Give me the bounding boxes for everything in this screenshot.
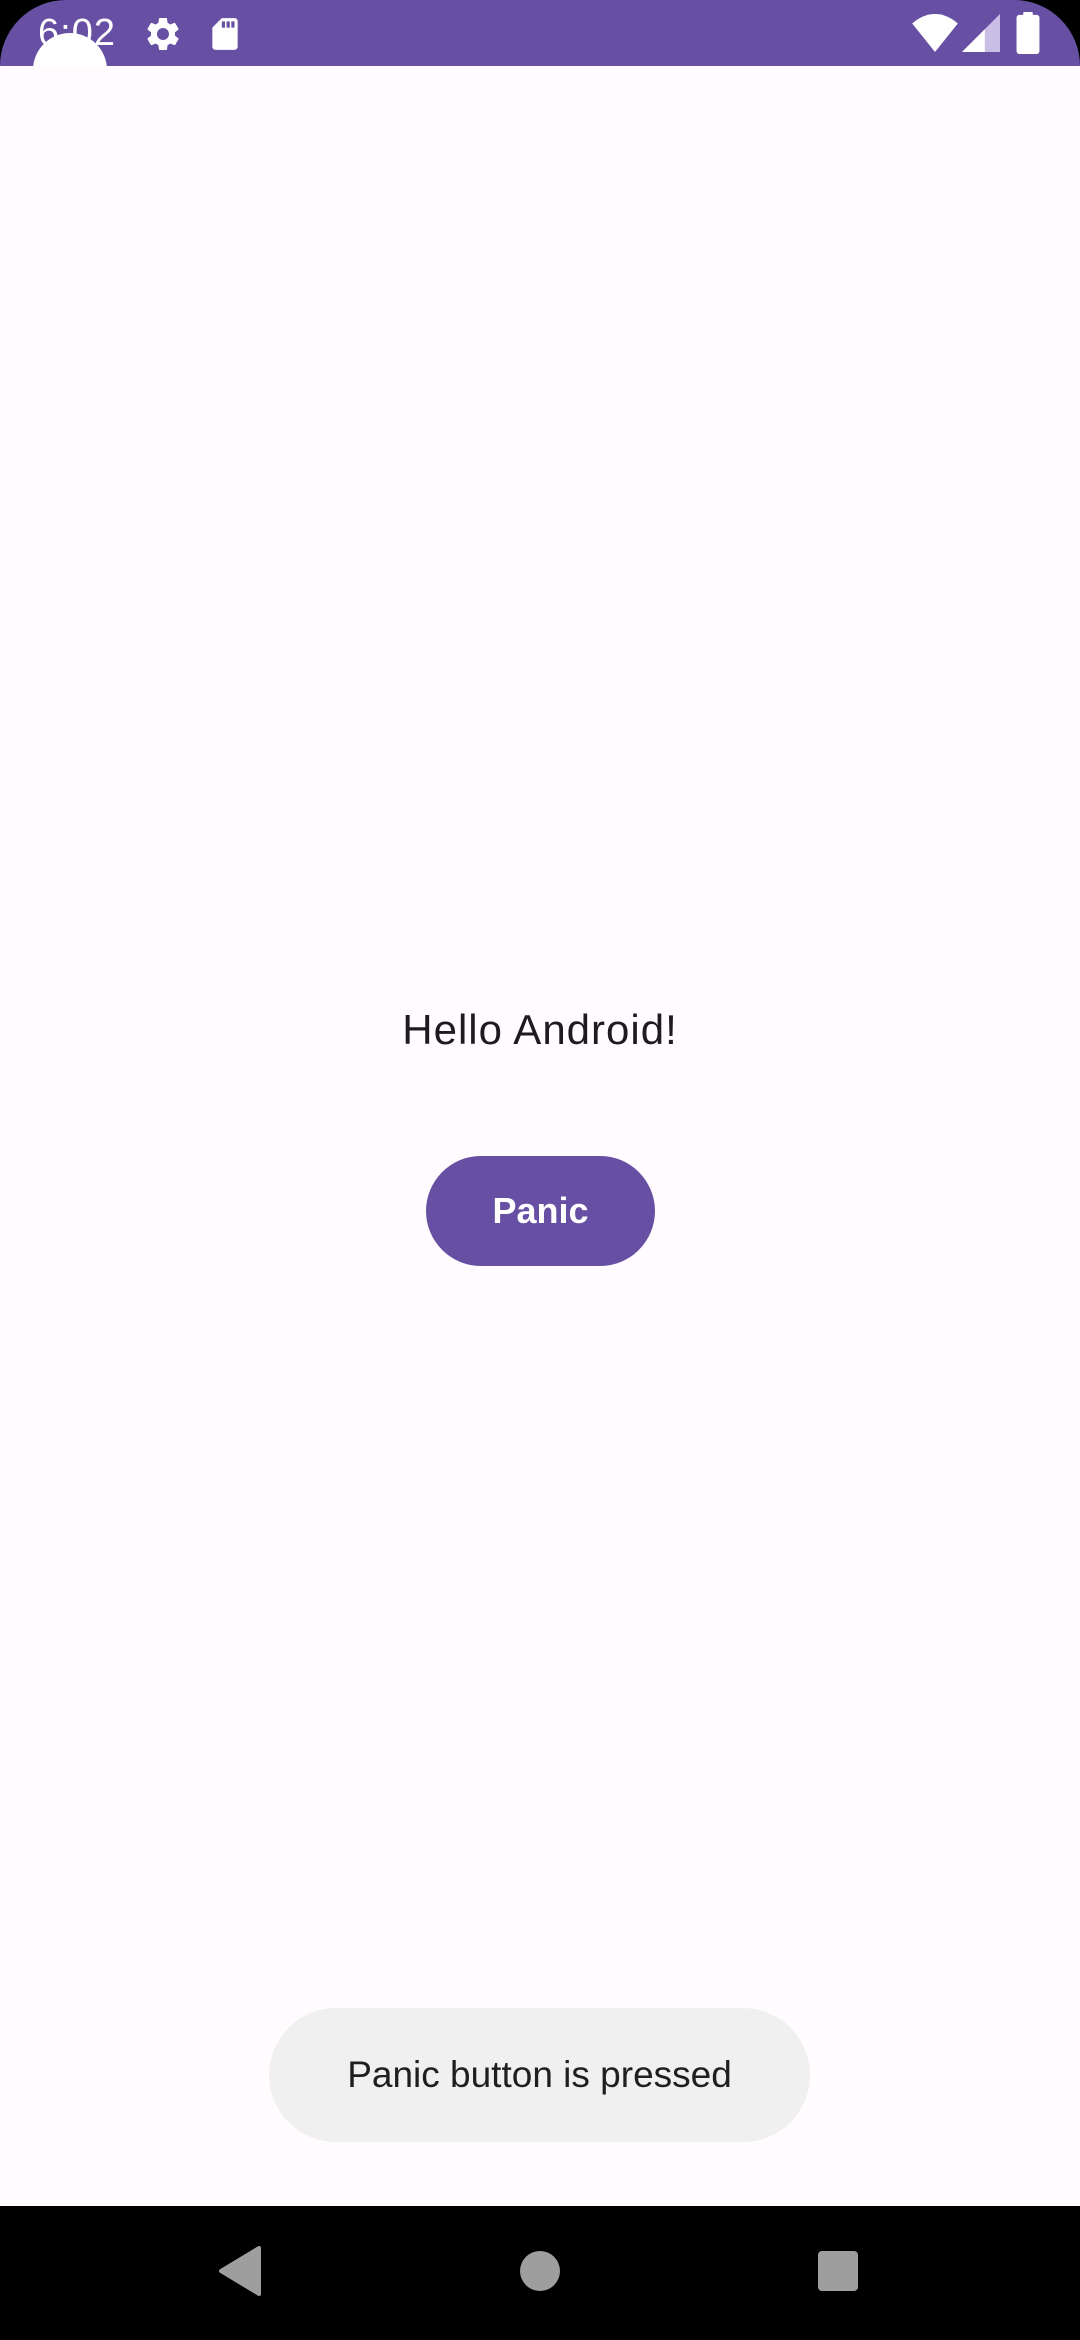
greeting-text: Hello Android! — [402, 1006, 678, 1053]
toast-message: Panic button is pressed — [269, 2008, 810, 2142]
sd-card-icon — [206, 14, 244, 59]
phone-screen: 6:02 — [0, 0, 1080, 2340]
app-content: Hello Android! Panic Panic button is pre… — [0, 66, 1080, 2206]
signal-icon — [962, 14, 1000, 57]
recents-button[interactable] — [778, 2206, 898, 2340]
back-icon — [217, 2245, 263, 2301]
panic-button[interactable]: Panic — [426, 1156, 655, 1266]
back-button[interactable] — [180, 2206, 300, 2340]
settings-icon — [143, 14, 183, 59]
toast-text: Panic button is pressed — [347, 2054, 732, 2095]
battery-icon — [1016, 12, 1040, 59]
status-bar: 6:02 — [0, 0, 1080, 107]
recents-icon — [817, 2250, 859, 2297]
home-icon — [518, 2249, 562, 2298]
wifi-icon — [912, 14, 958, 57]
home-button[interactable] — [480, 2206, 600, 2340]
navigation-bar — [0, 2206, 1080, 2340]
